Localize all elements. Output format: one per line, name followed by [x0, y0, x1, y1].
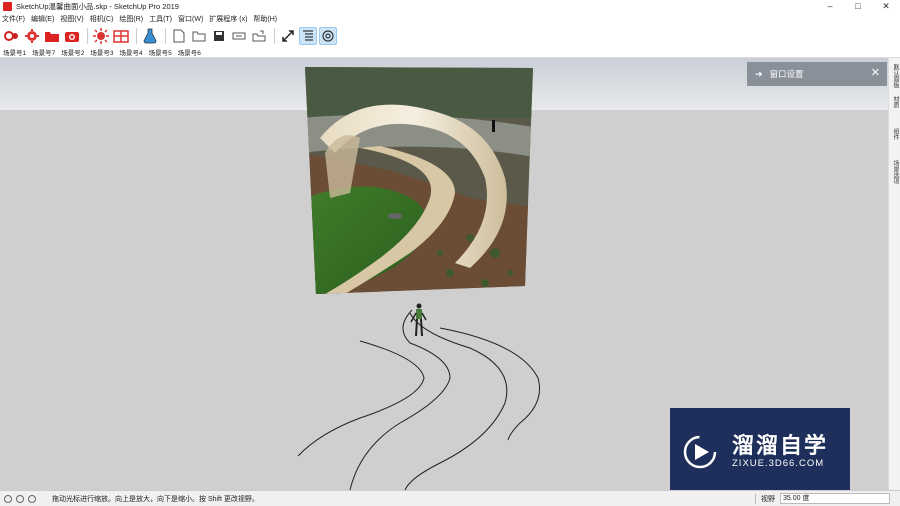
toolbar-separator [87, 27, 88, 44]
scene-tab-3[interactable]: 场景号3 [90, 47, 113, 57]
close-window-button[interactable]: ✕ [872, 0, 900, 13]
window-settings-panel[interactable]: ➜ 窗口设置 ✕ [747, 62, 887, 86]
gear-tool-icon[interactable] [23, 27, 41, 45]
watermark-badge: 溜溜自学 ZIXUE.3D66.COM [670, 408, 850, 493]
status-hint: 拖动光标进行缩放。向上是放大，向下是缩小。按 Shift 更改视野。 [52, 495, 259, 503]
scene-tab-5[interactable]: 场景号5 [149, 47, 172, 57]
watermark-name: 溜溜自学 [732, 433, 829, 458]
toolbar-separator [136, 27, 137, 44]
toolbar-separator [274, 27, 275, 44]
layers-icon[interactable] [299, 26, 317, 45]
zoom-extents-icon[interactable] [279, 27, 297, 45]
panel-title: 窗口设置 [769, 69, 804, 79]
folder-red-icon[interactable] [43, 27, 61, 45]
grid-icon[interactable] [112, 27, 130, 45]
send-icon[interactable] [230, 27, 248, 45]
menu-view[interactable]: 视图(V) [60, 14, 83, 24]
measurements-input[interactable]: 35.00 度 [780, 493, 890, 504]
flask-icon[interactable] [141, 27, 159, 45]
export-icon[interactable] [250, 27, 268, 45]
menu-bar: 文件(F) 编辑(E) 视图(V) 相机(C) 绘图(R) 工具(T) 窗口(W… [0, 13, 900, 24]
scene-tab-7[interactable]: 场景号7 [32, 47, 55, 57]
menu-window[interactable]: 窗口(W) [178, 14, 203, 24]
save-icon[interactable] [210, 27, 228, 45]
menu-camera[interactable]: 相机(C) [90, 14, 114, 24]
menu-file[interactable]: 文件(F) [2, 14, 25, 24]
tray-tab-materials[interactable]: 材质 [891, 96, 900, 122]
select-tool-icon[interactable] [3, 27, 21, 45]
menu-tools[interactable]: 工具(T) [149, 14, 172, 24]
camera-red-icon[interactable] [63, 27, 81, 45]
menu-edit[interactable]: 编辑(E) [31, 14, 54, 24]
open-folder-icon[interactable] [190, 27, 208, 45]
sketchup-app-icon [3, 2, 12, 11]
panel-close-button[interactable]: ✕ [871, 67, 880, 79]
title-bar: SketchUp温馨曲面小品.skp - SketchUp Pro 2019 –… [0, 0, 900, 13]
scene-tab-6[interactable]: 场景号6 [178, 47, 201, 57]
minimize-button[interactable]: – [816, 0, 844, 13]
scene-tab-2[interactable]: 场景号2 [61, 47, 84, 57]
menu-extensions[interactable]: 扩展程序 (x) [209, 14, 247, 24]
status-bar: 拖动光标进行缩放。向上是放大，向下是缩小。按 Shift 更改视野。 视野 35… [0, 490, 900, 506]
maximize-button[interactable]: □ [844, 0, 872, 13]
tray-tab-components[interactable]: 组件 [891, 128, 900, 154]
sun-settings-icon[interactable] [92, 27, 110, 45]
scale-figure[interactable] [410, 303, 427, 337]
toolbar-separator [165, 27, 166, 44]
play-logo-icon [683, 435, 717, 469]
new-file-icon[interactable] [170, 27, 188, 45]
main-toolbar [0, 24, 900, 47]
window-controls: – □ ✕ [816, 0, 900, 13]
settings-icon[interactable] [319, 26, 337, 45]
help-icon[interactable] [28, 494, 36, 503]
measurements-label: 视野 [755, 494, 775, 504]
path-curves[interactable] [297, 309, 540, 490]
scene-tabs-bar: 场景号1 场景号7 场景号2 场景号3 场景号4 场景号5 场景号6 [0, 47, 900, 58]
geo-location-icon[interactable] [4, 494, 12, 503]
window-title: SketchUp温馨曲面小品.skp - SketchUp Pro 2019 [16, 2, 179, 11]
tray-tab-scene-options[interactable]: 场景选项 [891, 160, 900, 186]
menu-help[interactable]: 帮助(H) [253, 14, 277, 24]
arrow-right-icon: ➜ [755, 68, 763, 79]
credits-icon[interactable] [16, 494, 24, 503]
menu-draw[interactable]: 绘图(R) [119, 14, 143, 24]
tray-tab-default[interactable]: 默认面板 [891, 64, 900, 90]
scene-tab-4[interactable]: 场景号4 [120, 47, 143, 57]
default-tray: 默认面板 材质 组件 场景选项 [888, 58, 900, 490]
watermark-url: ZIXUE.3D66.COM [732, 458, 825, 469]
scene-tab-1[interactable]: 场景号1 [3, 47, 26, 57]
